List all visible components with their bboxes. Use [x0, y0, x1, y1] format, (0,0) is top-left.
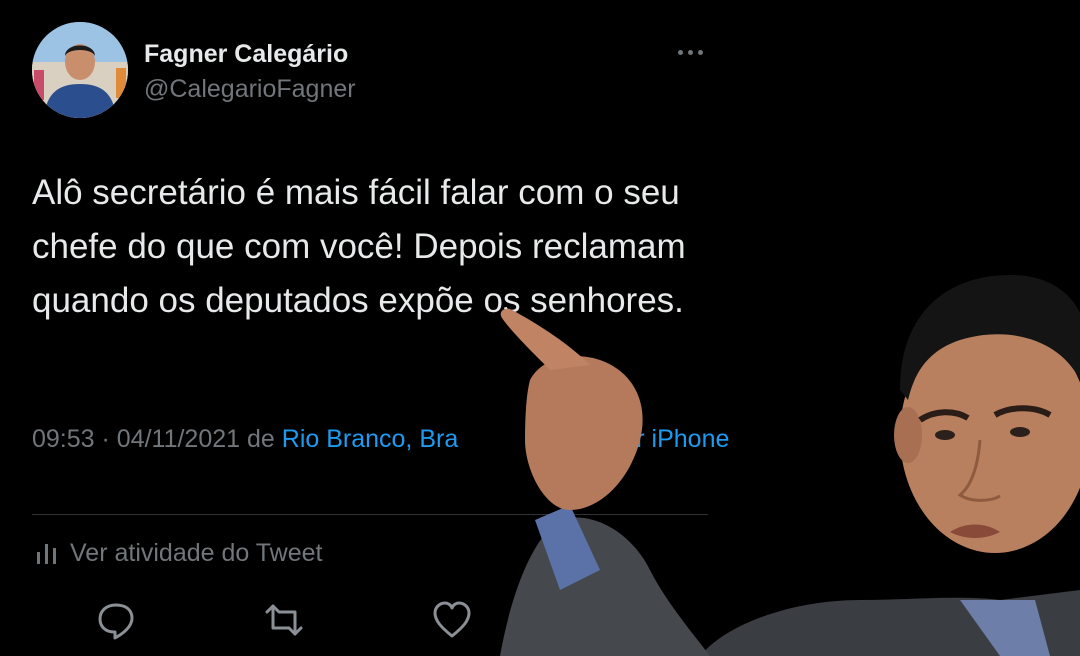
retweet-icon[interactable]	[264, 600, 304, 640]
reply-icon[interactable]	[96, 600, 136, 640]
activity-label: Ver atividade do Tweet	[70, 538, 323, 567]
bar-chart-icon	[37, 544, 56, 564]
tweet-date[interactable]: 04/11/2021	[117, 425, 240, 453]
avatar-photo	[32, 22, 128, 118]
display-name[interactable]: Fagner Calegário	[144, 40, 348, 69]
tweet-activity-button[interactable]: Ver atividade do Tweet	[36, 536, 323, 570]
tweet-time[interactable]: 09:53	[32, 425, 95, 453]
pointing-man-photo	[500, 275, 1080, 656]
meta-from-word: de	[240, 425, 282, 453]
tweet-location-link[interactable]: Rio Branco, Bra	[282, 425, 458, 453]
heart-icon[interactable]	[432, 600, 472, 640]
meta-separator: ·	[94, 425, 117, 453]
user-handle[interactable]: @CalegarioFagner	[144, 75, 356, 104]
avatar[interactable]	[32, 22, 128, 118]
more-options-icon[interactable]	[674, 38, 708, 66]
